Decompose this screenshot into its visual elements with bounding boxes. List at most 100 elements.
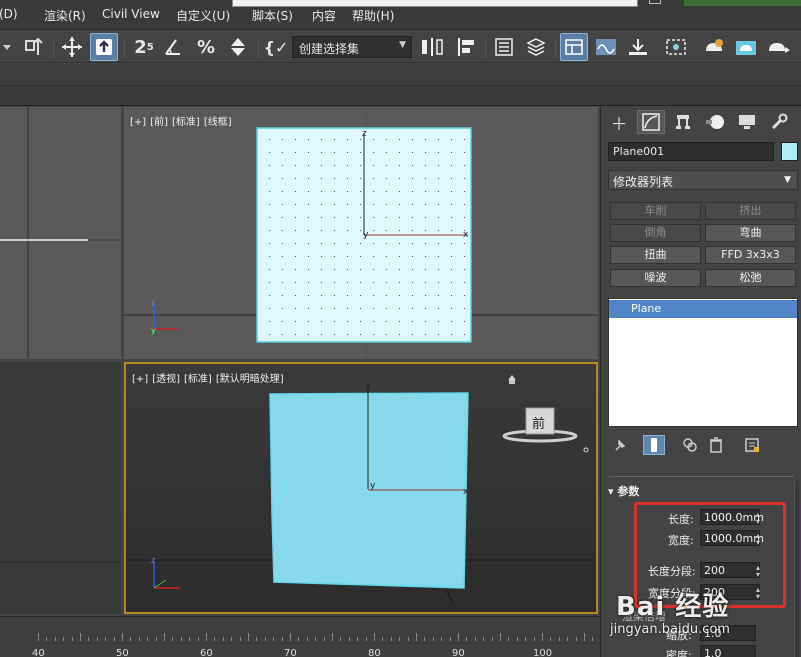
- angle-snap-icon[interactable]: [160, 33, 186, 61]
- grid-dot: [438, 295, 439, 296]
- timeline-tick: [474, 637, 476, 641]
- grid-dot: [334, 282, 335, 283]
- viewport-front[interactable]: z y x z y [+] [前] [标准] [线框]: [124, 107, 598, 359]
- edit-named-selection-icon[interactable]: {✓: [263, 33, 289, 61]
- viewport-menu-plus[interactable]: [+]: [130, 117, 146, 128]
- window-control-icon[interactable]: [649, 0, 661, 4]
- viewport-shading-menu[interactable]: [默认明暗处理]: [216, 374, 284, 385]
- viewport-view-menu[interactable]: [前]: [150, 117, 168, 128]
- timeline-ruler[interactable]: 40 50 60 70 80 90 100: [0, 616, 600, 657]
- grid-dot: [464, 334, 465, 335]
- align-icon[interactable]: [452, 33, 480, 61]
- rendered-frame-icon[interactable]: [732, 33, 760, 61]
- spinner-snap-icon[interactable]: [224, 33, 252, 61]
- ribbon-toggle-icon[interactable]: [560, 33, 588, 61]
- grid-dot: [412, 139, 413, 140]
- layer-explorer-icon[interactable]: [522, 33, 550, 61]
- viewport-standard-menu[interactable]: [标准]: [184, 374, 212, 385]
- pin-stack-icon[interactable]: [609, 435, 631, 455]
- configure-modifier-sets-icon[interactable]: [741, 435, 763, 455]
- grid-dot: [438, 230, 439, 231]
- viewport-menu-plus[interactable]: [+]: [132, 374, 148, 385]
- grid-dot: [308, 295, 309, 296]
- viewport-standard-menu[interactable]: [标准]: [172, 117, 200, 128]
- grid-dot: [347, 269, 348, 270]
- grid-dot: [412, 152, 413, 153]
- motion-tab-icon[interactable]: [701, 110, 729, 134]
- viewcube-face-label[interactable]: 前: [532, 413, 545, 432]
- modifier-button-twist[interactable]: 扭曲: [610, 246, 701, 264]
- grid-dot: [438, 308, 439, 309]
- modifier-button-bend[interactable]: 弯曲: [705, 224, 796, 242]
- stack-item-plane[interactable]: Plane: [609, 300, 797, 318]
- render-production-icon[interactable]: [764, 33, 794, 61]
- menu-item-view[interactable]: (D): [0, 7, 18, 21]
- modifier-button-ffd[interactable]: FFD 3x3x3: [705, 246, 796, 264]
- grid-dot: [438, 282, 439, 283]
- grid-dot: [347, 295, 348, 296]
- curve-editor-icon[interactable]: [592, 33, 620, 61]
- grid-dot: [451, 295, 452, 296]
- modifier-button-lathe[interactable]: 车削: [610, 202, 701, 220]
- display-tab-icon[interactable]: [733, 110, 761, 134]
- viewport-perspective[interactable]: z y x z 前 [+] [透视] [标准] [默认明暗处理]: [124, 362, 598, 614]
- grid-dot: [425, 165, 426, 166]
- viewport-bottom-left[interactable]: [0, 362, 121, 614]
- modifier-button-bevel[interactable]: 倒角: [610, 224, 701, 242]
- viewport-label-perspective[interactable]: [+] [透视] [标准] [默认明暗处理]: [132, 370, 288, 385]
- timeline-tick: [558, 637, 560, 641]
- schematic-view-icon[interactable]: [624, 33, 652, 61]
- link-tool-icon[interactable]: [22, 33, 48, 61]
- dropdown-arrow-icon[interactable]: [0, 33, 14, 61]
- viewport-shading-menu[interactable]: [线框]: [204, 117, 232, 128]
- menu-item-script[interactable]: 脚本(S): [252, 7, 293, 24]
- grid-dot: [412, 321, 413, 322]
- make-unique-icon[interactable]: [679, 435, 701, 455]
- grid-dot: [464, 217, 465, 218]
- grid-dot: [412, 204, 413, 205]
- grid-dot: [399, 308, 400, 309]
- grid-dot: [412, 243, 413, 244]
- modifier-button-extrude[interactable]: 挤出: [705, 202, 796, 220]
- grid-dot: [438, 334, 439, 335]
- snap-toggle-icon[interactable]: 25: [129, 33, 159, 61]
- select-move-icon[interactable]: [58, 33, 86, 61]
- show-end-result-icon[interactable]: [643, 435, 665, 455]
- grid-dot: [360, 269, 361, 270]
- grid-dot: [438, 243, 439, 244]
- timeline-tick: [340, 637, 342, 641]
- modifier-button-relax[interactable]: 松弛: [705, 269, 796, 287]
- menu-item-civil-view[interactable]: Civil View: [102, 7, 160, 21]
- viewport-label-front[interactable]: [+] [前] [标准] [线框]: [130, 113, 236, 128]
- menu-item-customize[interactable]: 自定义(U): [176, 7, 230, 24]
- create-tab-icon[interactable]: ＋: [605, 110, 633, 135]
- mirror-icon[interactable]: [418, 33, 446, 61]
- menu-item-help[interactable]: 帮助(H): [352, 7, 394, 24]
- selection-set-dropdown[interactable]: 创建选择集 ▼: [292, 36, 412, 58]
- menu-item-render[interactable]: 渲染(R): [44, 7, 86, 24]
- material-editor-icon[interactable]: [662, 33, 690, 61]
- parameters-rollout-header[interactable]: ▾ 参数: [608, 483, 639, 499]
- grid-dot: [464, 243, 465, 244]
- select-rotate-active-icon[interactable]: [90, 33, 118, 61]
- render-setup-icon[interactable]: [700, 33, 728, 61]
- remove-modifier-icon[interactable]: [705, 435, 727, 455]
- grid-dot: [282, 295, 283, 296]
- hierarchy-tab-icon[interactable]: [669, 110, 697, 134]
- timeline-tick: [264, 637, 266, 641]
- grid-dot: [386, 139, 387, 140]
- modifier-button-noise[interactable]: 噪波: [610, 269, 701, 287]
- modifier-stack[interactable]: Plane: [608, 298, 798, 427]
- menu-item-content[interactable]: 内容: [312, 7, 336, 24]
- viewport-view-menu[interactable]: [透视]: [152, 374, 180, 385]
- percent-snap-icon[interactable]: %: [192, 33, 220, 61]
- object-color-swatch[interactable]: [781, 142, 798, 161]
- scene-explorer-icon[interactable]: [490, 33, 518, 61]
- utilities-tab-icon[interactable]: [765, 110, 793, 134]
- object-name-field[interactable]: Plane001: [608, 142, 774, 161]
- title-search-box[interactable]: [232, 0, 638, 7]
- grid-dot: [386, 165, 387, 166]
- viewport-top-left[interactable]: [0, 107, 121, 359]
- modify-tab-icon[interactable]: [637, 110, 665, 134]
- modifier-list-dropdown[interactable]: 修改器列表 ▼: [608, 170, 798, 190]
